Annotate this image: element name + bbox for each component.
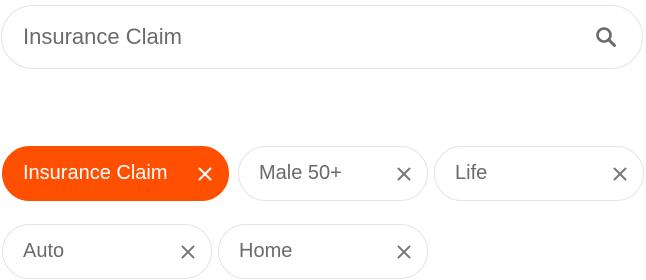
- chip-label: Male 50+: [259, 162, 342, 184]
- chip-label: Life: [455, 162, 488, 184]
- close-icon[interactable]: [179, 243, 197, 261]
- filter-chip-male-50-plus[interactable]: Male 50+: [238, 146, 428, 201]
- chip-label: Auto: [23, 240, 65, 262]
- close-icon[interactable]: [395, 165, 413, 183]
- close-icon[interactable]: [196, 165, 214, 183]
- filter-chip-auto[interactable]: Auto: [2, 224, 212, 279]
- filter-chip-insurance-claim[interactable]: Insurance Claim: [2, 146, 229, 201]
- search-input[interactable]: [23, 6, 563, 68]
- chip-label: Home: [239, 240, 293, 262]
- close-icon[interactable]: [611, 165, 629, 183]
- chip-label: Insurance Claim: [23, 162, 168, 184]
- search-bar: [1, 5, 643, 69]
- filter-chip-life[interactable]: Life: [434, 146, 644, 201]
- search-icon[interactable]: [594, 25, 618, 49]
- close-icon[interactable]: [395, 243, 413, 261]
- filter-chip-home[interactable]: Home: [218, 224, 428, 279]
